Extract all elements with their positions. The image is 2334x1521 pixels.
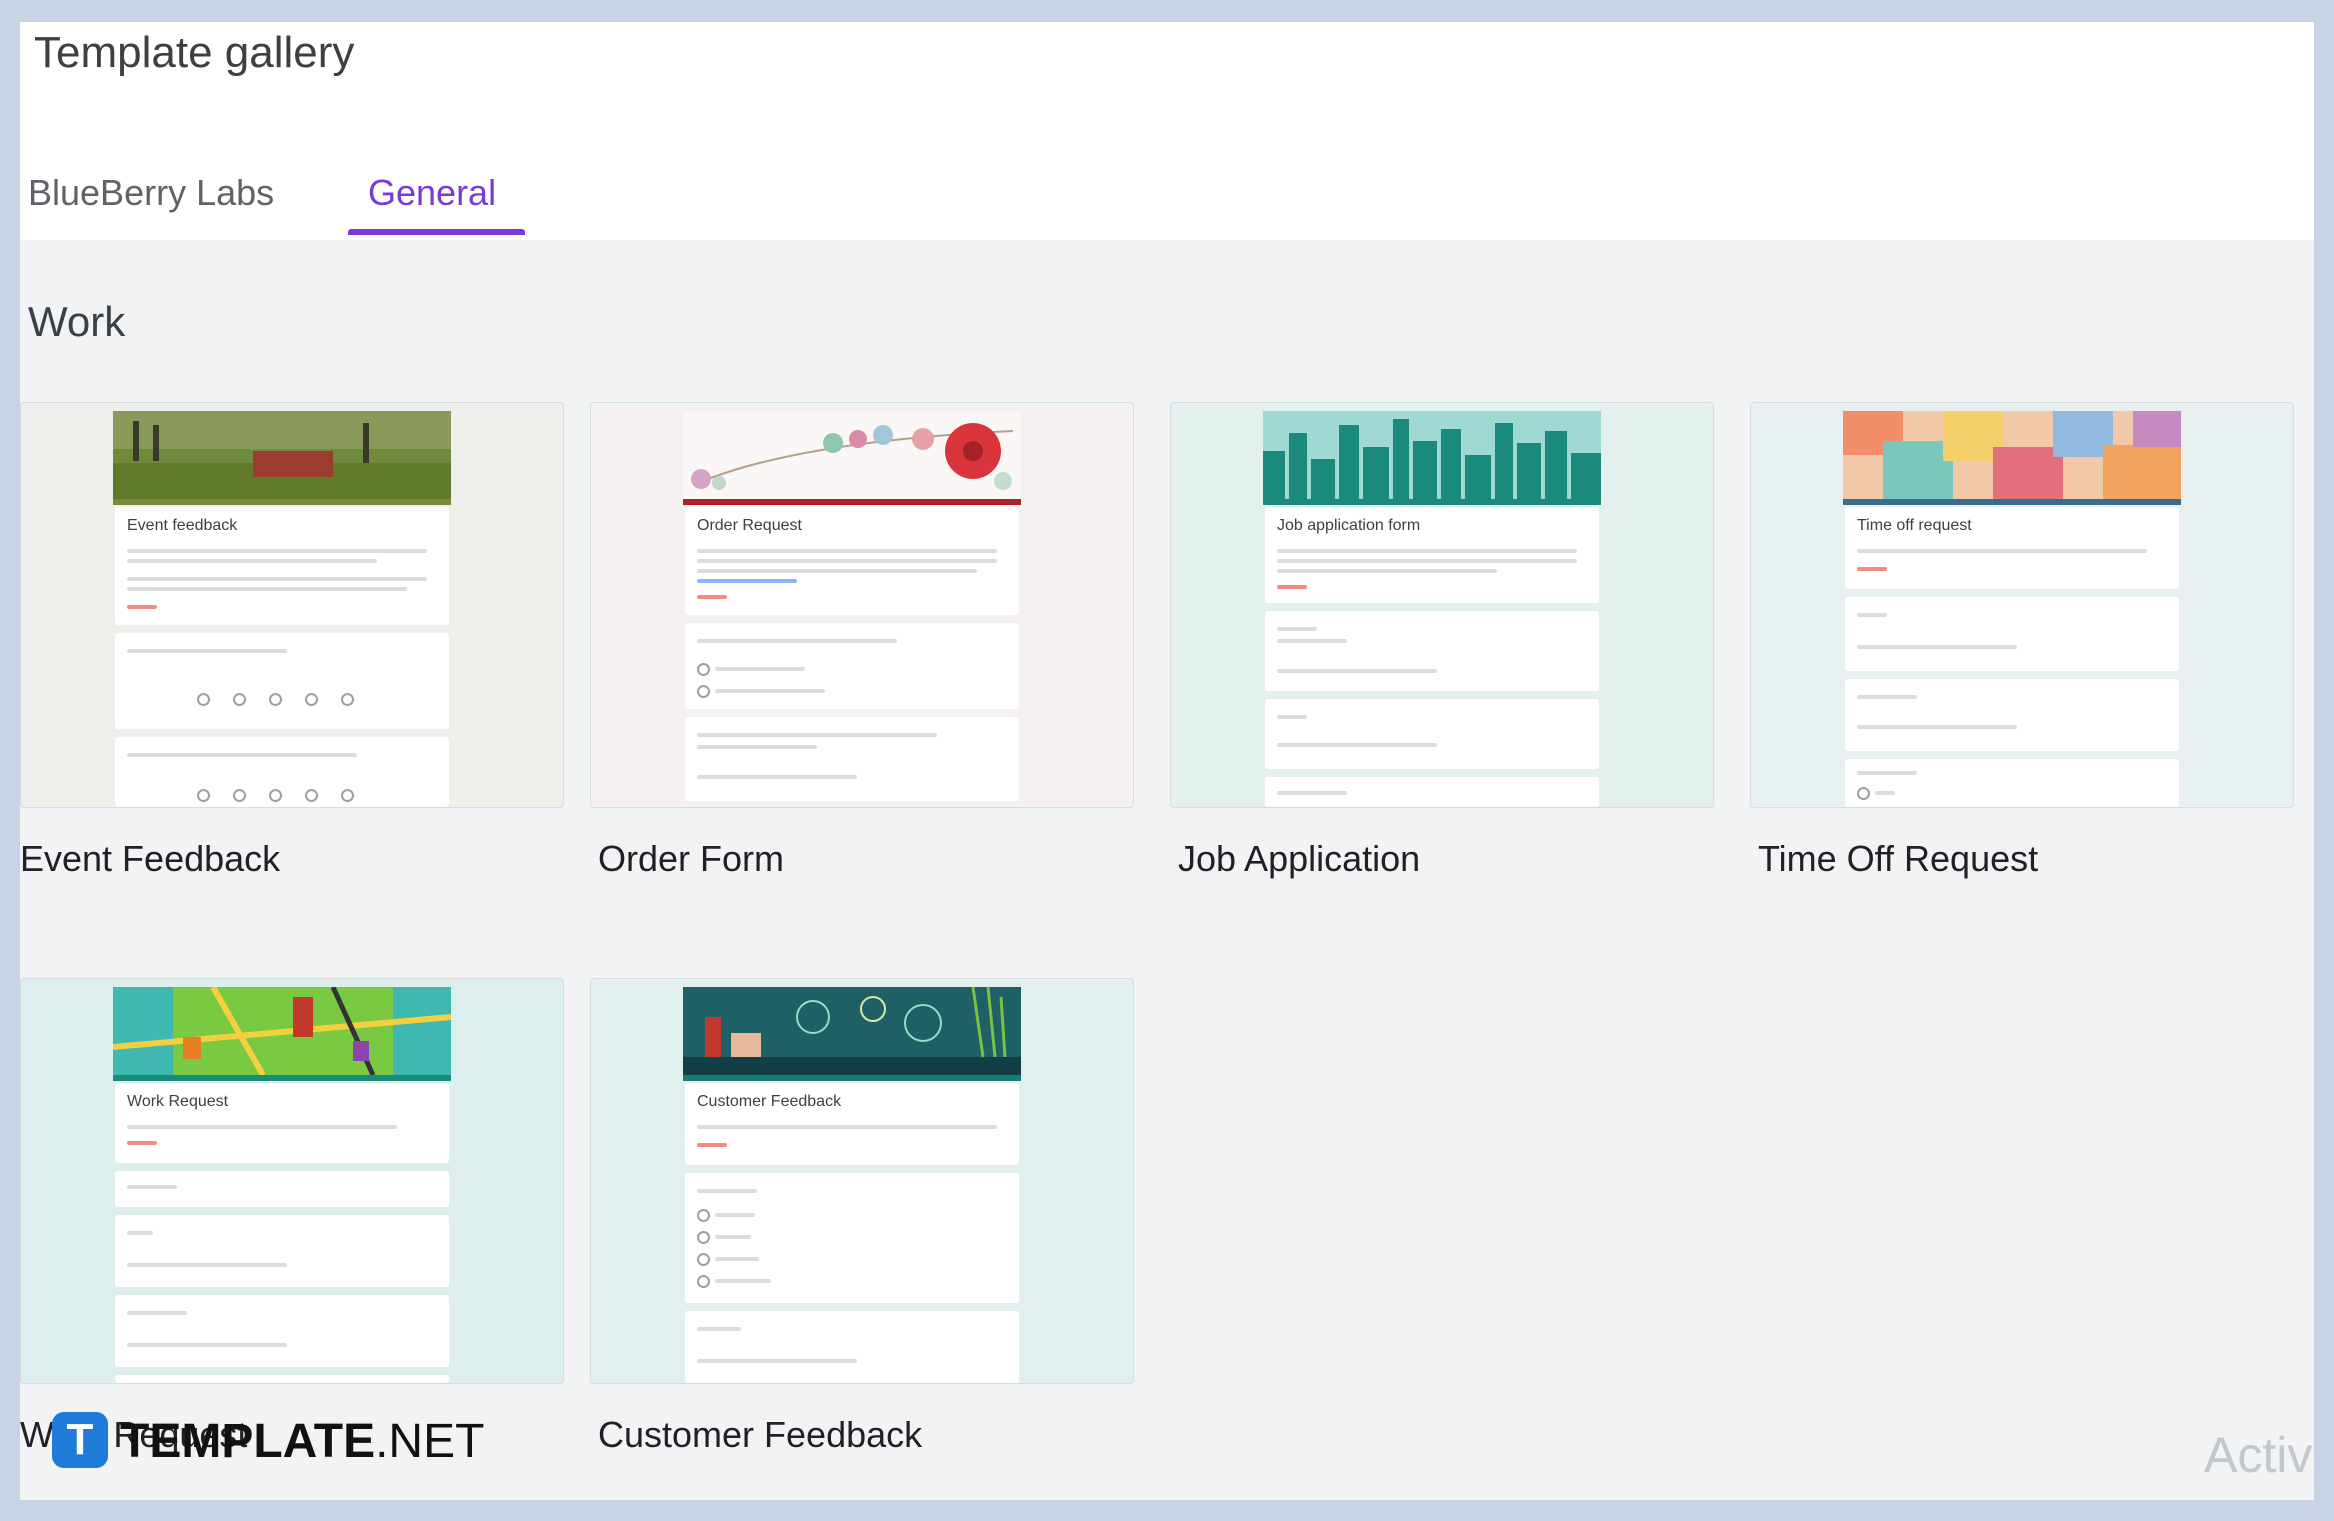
form-header-block: Order Request <box>685 507 1019 615</box>
question-block <box>685 1311 1019 1383</box>
template-card-event-feedback[interactable]: Event feedback <box>20 402 564 808</box>
theme-accent-bar <box>113 499 451 505</box>
section-heading-work: Work <box>28 298 126 345</box>
template-card-job-application[interactable]: Job application form <box>1170 402 1714 808</box>
active-tab-indicator <box>348 229 525 235</box>
template-card-customer-feedback[interactable]: Customer Feedback <box>590 978 1134 1384</box>
template-thumbnail: Order Request <box>683 411 1021 807</box>
form-heading: Time off request <box>1857 517 1972 534</box>
form-header-block: Event feedback <box>115 507 449 625</box>
template-gallery-window: Template gallery BlueBerry Labs General … <box>20 22 2314 1500</box>
question-block <box>115 1171 449 1207</box>
floral-banner-image <box>683 411 1021 499</box>
template-thumbnail: Customer Feedback <box>683 987 1021 1383</box>
template-title-order-form[interactable]: Order Form <box>598 838 784 880</box>
question-block <box>1845 597 2179 671</box>
gallery-header: Template gallery BlueBerry Labs General <box>20 22 2314 240</box>
template-thumbnail: Event feedback <box>113 411 451 807</box>
form-header-block: Time off request <box>1845 507 2179 589</box>
form-heading: Order Request <box>697 517 802 534</box>
window-edge <box>2314 22 2334 1500</box>
template-title-event-feedback[interactable]: Event Feedback <box>20 838 280 880</box>
theme-accent-bar <box>113 1075 451 1081</box>
theme-accent-bar <box>683 1075 1021 1081</box>
form-header-block: Work Request <box>115 1083 449 1163</box>
question-block <box>115 737 449 807</box>
theme-accent-bar <box>683 499 1021 505</box>
page-title: Template gallery <box>34 28 355 77</box>
question-block <box>685 717 1019 801</box>
question-block <box>1265 777 1599 807</box>
question-block <box>115 1295 449 1367</box>
template-logo-wordmark: TEMPLATE.NET <box>120 1415 485 1468</box>
question-block <box>685 1173 1019 1303</box>
template-title-time-off-request[interactable]: Time Off Request <box>1758 838 2038 880</box>
theme-accent-bar <box>1263 499 1601 505</box>
park-banner-image <box>113 411 451 499</box>
template-thumbnail: Work Request <box>113 987 451 1383</box>
tab-blueberry-labs[interactable]: BlueBerry Labs <box>28 172 274 214</box>
abstract-watercolor-banner-image <box>1843 411 2181 499</box>
form-heading: Customer Feedback <box>697 1093 842 1110</box>
template-title-customer-feedback[interactable]: Customer Feedback <box>598 1414 922 1456</box>
form-heading: Job application form <box>1277 517 1421 534</box>
template-thumbnail: Job application form <box>1263 411 1601 807</box>
template-title-job-application[interactable]: Job Application <box>1178 838 1420 880</box>
theme-accent-bar <box>1843 499 2181 505</box>
os-activation-watermark: Activa <box>2204 1427 2314 1483</box>
form-heading: Event feedback <box>127 517 238 534</box>
form-header-block: Customer Feedback <box>685 1083 1019 1165</box>
form-header-block: Job application form <box>1265 507 1599 603</box>
question-block <box>1265 611 1599 691</box>
form-heading: Work Request <box>127 1093 229 1110</box>
template-logo-icon: T <box>52 1412 108 1468</box>
question-block <box>685 623 1019 709</box>
template-card-time-off-request[interactable]: Time off request <box>1750 402 2294 808</box>
question-block <box>115 633 449 729</box>
tab-general[interactable]: General <box>368 172 496 214</box>
template-thumbnail: Time off request <box>1843 411 2181 807</box>
template-card-order-form[interactable]: Order Request <box>590 402 1134 808</box>
fireworks-banner-image <box>683 987 1021 1075</box>
map-illustration-banner-image <box>113 987 451 1075</box>
question-block <box>115 1215 449 1287</box>
question-block <box>1845 679 2179 751</box>
city-skyline-banner-image <box>1263 411 1601 499</box>
question-block <box>1845 759 2179 807</box>
question-block <box>115 1375 449 1383</box>
question-block <box>1265 699 1599 769</box>
template-card-work-request[interactable]: Work Request <box>20 978 564 1384</box>
